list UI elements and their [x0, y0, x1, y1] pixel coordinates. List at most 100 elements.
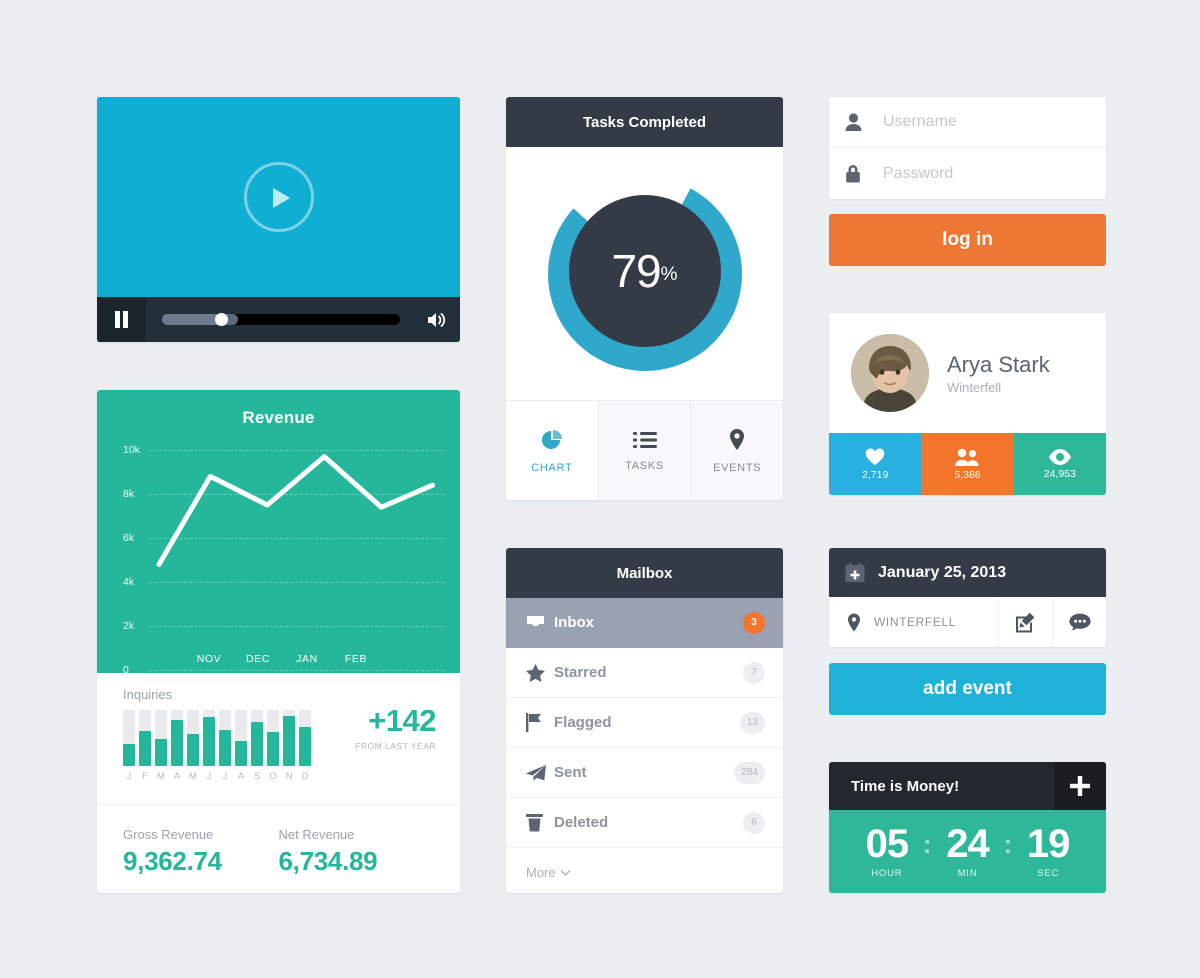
inquiries-bar-label: O — [269, 771, 277, 782]
timer-body: 05 HOUR : 24 MIN : 19 SEC — [829, 810, 1106, 893]
tab-chart[interactable]: CHART — [506, 401, 598, 500]
people-icon — [955, 448, 979, 466]
map-pin-icon — [730, 428, 745, 450]
profile-top: Arya Stark Winterfell — [829, 313, 1106, 433]
x-tick-jan: JAN — [296, 653, 318, 665]
inquiries-bar-fill — [139, 731, 151, 766]
mail-item-deleted[interactable]: Deleted 6 — [506, 798, 783, 848]
inquiries-bar — [235, 710, 247, 766]
timer-card: Time is Money! 05 HOUR : 24 MIN : 19 SEC — [829, 762, 1106, 893]
profile-name: Arya Stark — [947, 351, 1050, 377]
mail-item-inbox[interactable]: Inbox 3 — [506, 598, 783, 648]
net-revenue-label: Net Revenue — [278, 827, 355, 842]
donut-value: 79 — [611, 244, 661, 297]
inquiries-bar-fill — [171, 720, 183, 766]
stat-likes[interactable]: 2,719 — [829, 433, 922, 495]
donut-center: 79% — [568, 194, 721, 347]
progress-handle[interactable] — [215, 313, 228, 326]
gross-revenue: Gross Revenue 9,362.74 — [123, 827, 279, 877]
inquiries-bar — [219, 710, 231, 766]
timer-separator: : — [922, 829, 932, 859]
gross-revenue-value: 9,362.74 — [123, 846, 222, 876]
lock-icon — [845, 164, 883, 183]
login-button[interactable]: log in — [829, 214, 1106, 266]
timer-add-button[interactable] — [1054, 762, 1106, 810]
inquiries-bar — [203, 710, 215, 766]
inquiries-bar-fill — [187, 733, 199, 766]
mail-item-label: Inbox — [554, 614, 594, 631]
mail-item-label: Deleted — [554, 814, 609, 831]
donut-percent-symbol: % — [660, 263, 678, 285]
progress-track[interactable] — [162, 313, 400, 326]
username-row[interactable]: Username — [829, 97, 1106, 148]
inquiries-bar-fill — [235, 740, 247, 766]
inquiries-bar-chart — [123, 710, 319, 766]
tab-tasks[interactable]: TASKS — [597, 401, 691, 500]
calendar-plus-icon — [845, 562, 865, 582]
inquiries-bar-label: M — [189, 771, 197, 782]
map-pin-icon — [848, 613, 860, 631]
revenue-line — [97, 438, 460, 673]
avatar-image — [851, 334, 929, 412]
list-icon — [632, 431, 657, 448]
username-input[interactable]: Username — [883, 113, 957, 131]
password-input[interactable]: Password — [883, 165, 953, 183]
event-edit-button[interactable] — [998, 597, 1052, 647]
inquiries-bar-fill — [251, 722, 263, 766]
chevron-down-icon — [560, 869, 570, 876]
inquiries-bar-fill — [155, 739, 167, 766]
timer-hour-value: 05 — [865, 822, 910, 866]
inbox-icon — [526, 614, 554, 631]
inquiries-bar — [251, 710, 263, 766]
timer-sec-value: 19 — [1026, 822, 1071, 866]
flag-icon — [526, 713, 554, 732]
progress-slider[interactable] — [146, 313, 414, 326]
mail-item-badge: 7 — [743, 661, 765, 684]
pause-icon — [123, 311, 128, 328]
tasks-header: Tasks Completed — [506, 97, 783, 147]
mail-item-starred[interactable]: Starred 7 — [506, 648, 783, 698]
play-button[interactable] — [243, 162, 314, 232]
mail-item-flagged[interactable]: Flagged 13 — [506, 698, 783, 748]
stat-followers[interactable]: 5,386 — [921, 433, 1014, 495]
inquiries-bar-fill — [283, 715, 295, 766]
mail-item-badge: 284 — [734, 761, 765, 784]
mailbox-header: Mailbox — [506, 548, 783, 598]
video-player-card — [97, 97, 460, 342]
edit-icon — [1016, 612, 1035, 632]
video-screen[interactable] — [97, 97, 460, 297]
inquiries-bar-fill — [299, 726, 311, 766]
inquiries-bar — [139, 710, 151, 766]
x-tick-dec: DEC — [246, 653, 270, 665]
avatar[interactable] — [851, 334, 929, 412]
volume-button[interactable] — [414, 311, 460, 329]
event-header: January 25, 2013 — [829, 548, 1106, 597]
mail-item-badge: 6 — [743, 811, 765, 834]
pie-chart-icon — [541, 429, 562, 449]
tasks-tabs: CHART TASKS EVENTS — [506, 400, 783, 500]
video-controls — [97, 297, 460, 342]
event-location[interactable]: WINTERFELL — [829, 597, 998, 647]
gross-revenue-label: Gross Revenue — [123, 827, 214, 842]
stat-likes-value: 2,719 — [862, 468, 889, 481]
tasks-completed-card: Tasks Completed 79% CHART TASKS EVENTS — [506, 97, 783, 500]
x-tick-nov: NOV — [196, 653, 222, 665]
pause-button[interactable] — [97, 297, 146, 342]
mail-item-sent[interactable]: Sent 284 — [506, 748, 783, 798]
inquiries-bar-label: A — [237, 771, 245, 782]
tab-events[interactable]: EVENTS — [690, 401, 783, 500]
star-icon — [526, 663, 554, 682]
timer-min-label: MIN — [957, 868, 978, 879]
delta-caption: FROM LAST YEAR — [355, 741, 436, 751]
add-event-button[interactable]: add event — [829, 663, 1106, 715]
mail-more-button[interactable]: More — [506, 848, 783, 893]
event-date: January 25, 2013 — [878, 563, 1007, 581]
profile-stats: 2,719 5,386 24,953 — [829, 433, 1106, 495]
trash-icon — [526, 813, 554, 832]
stat-views[interactable]: 24,953 — [1013, 433, 1106, 495]
password-row[interactable]: Password — [829, 148, 1106, 199]
inquiries-section: Inquiries JFMAMJJASOND +142 FROM LAST YE… — [97, 673, 460, 805]
profile-identity: Arya Stark Winterfell — [947, 352, 1050, 395]
event-comment-button[interactable] — [1052, 597, 1106, 647]
mail-item-label: Sent — [554, 764, 587, 781]
